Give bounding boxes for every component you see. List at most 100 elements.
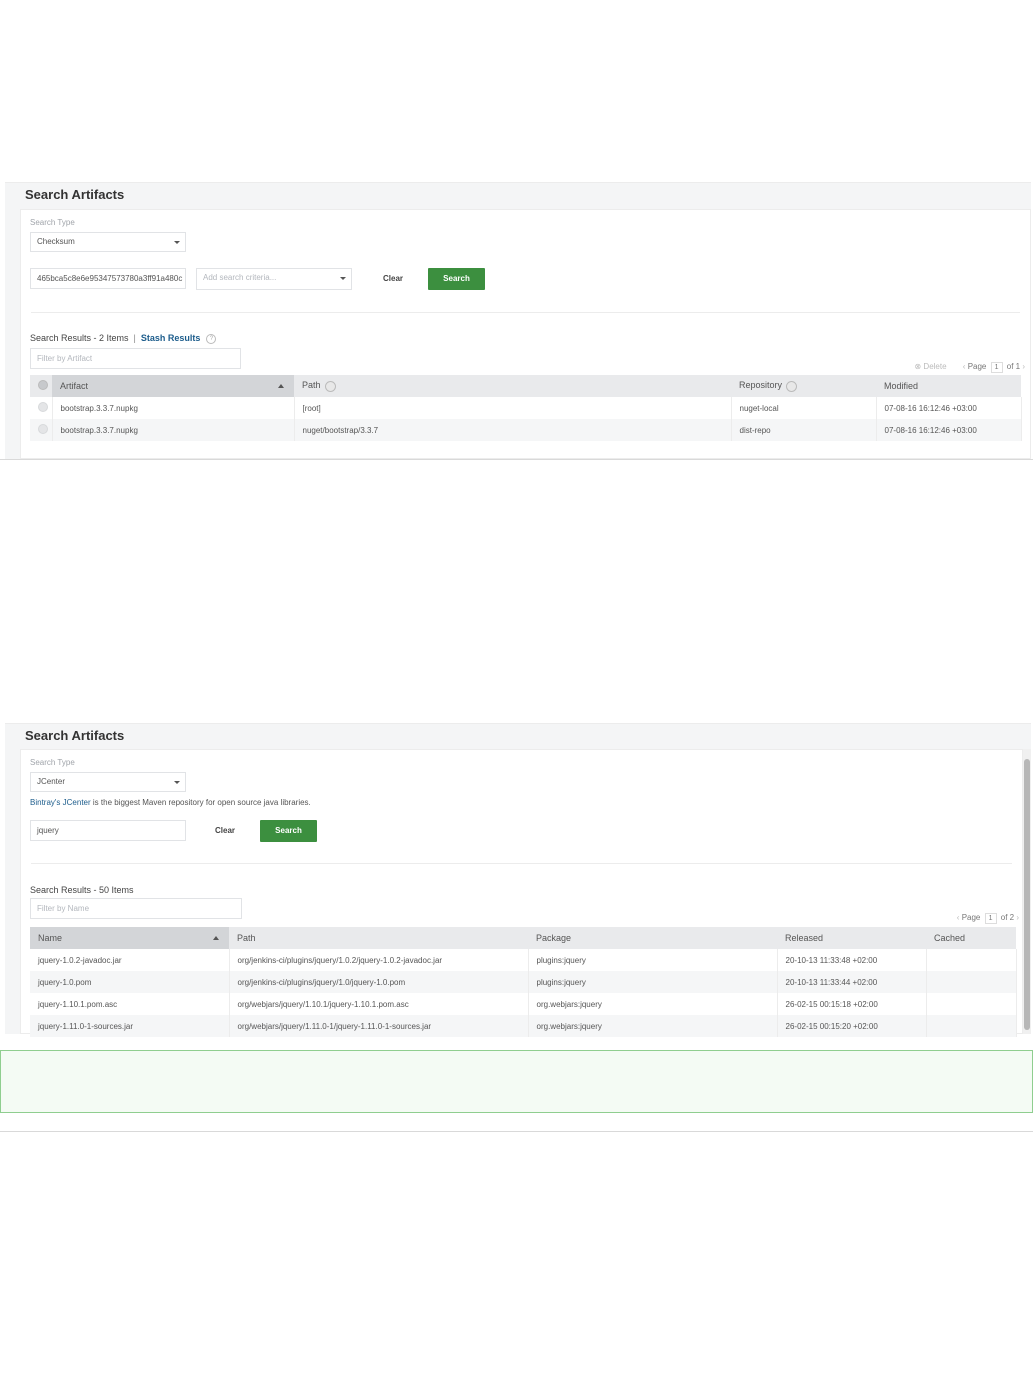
filter-icon[interactable] <box>324 380 336 392</box>
page-number-input[interactable]: 1 <box>990 362 1003 373</box>
results-title: Search Results - 50 Items <box>30 885 134 895</box>
results-count: Search Results - 2 Items <box>30 333 129 343</box>
checksum-input[interactable]: 465bca5c8e6e95347573780a3ff91a480c <box>30 268 186 289</box>
search-type-value: Checksum <box>37 237 75 246</box>
search-button[interactable]: Search <box>260 820 317 842</box>
table-row[interactable]: bootstrap.3.3.7.nupkg nuget/bootstrap/3.… <box>30 419 1022 441</box>
criteria-placeholder: Add search criteria... <box>203 273 277 282</box>
cell-cached <box>926 949 1017 971</box>
jcenter-query-input[interactable]: jquery <box>30 820 186 841</box>
cell-released: 20-10-13 11:33:48 +02:00 <box>777 949 927 971</box>
cell-package: plugins:jquery <box>528 949 778 971</box>
search-type-select[interactable]: JCenter <box>30 772 186 792</box>
table-row[interactable]: jquery-1.10.1.pom.asc org/webjars/jquery… <box>30 993 1017 1015</box>
cell-artifact[interactable]: bootstrap.3.3.7.nupkg <box>52 419 295 441</box>
delete-button[interactable]: ⊗ Delete <box>914 362 946 371</box>
help-icon[interactable]: ? <box>206 333 217 344</box>
criteria-select[interactable]: Add search criteria... <box>196 268 352 290</box>
cell-modified: 07-08-16 16:12:46 +03:00 <box>876 419 1022 441</box>
sort-asc-icon <box>213 936 219 940</box>
results-table: Name Path Package Released Cached jquery… <box>30 927 1017 1037</box>
cell-released: 20-10-13 11:33:44 +02:00 <box>777 971 927 993</box>
page-number-input[interactable]: 1 <box>984 913 997 924</box>
search-card: Search Type Checksum 465bca5c8e6e9534757… <box>20 209 1031 459</box>
bintray-jcenter-link[interactable]: Bintray's JCenter <box>30 798 91 807</box>
section-divider <box>0 459 1033 460</box>
cell-modified: 07-08-16 16:12:46 +03:00 <box>876 397 1022 419</box>
search-artifacts-panel-checksum: Search Artifacts Search Type Checksum 46… <box>5 182 1031 459</box>
cell-name[interactable]: jquery-1.0.pom <box>30 971 230 993</box>
column-path[interactable]: Path <box>294 375 731 397</box>
clear-button[interactable]: Clear <box>383 274 403 283</box>
row-checkbox[interactable] <box>30 419 53 441</box>
sort-asc-icon <box>278 384 284 388</box>
cell-repository: nuget-local <box>731 397 877 419</box>
table-row[interactable]: jquery-1.11.0-1-sources.jar org/webjars/… <box>30 1015 1017 1037</box>
results-title: Search Results - 2 Items | Stash Results? <box>30 333 217 344</box>
column-package[interactable]: Package <box>528 927 777 949</box>
page-label: Page <box>967 362 987 371</box>
prev-page-icon[interactable]: ‹ <box>963 362 966 371</box>
next-page-icon[interactable]: › <box>1022 362 1025 371</box>
filter-artifact-input[interactable]: Filter by Artifact <box>30 348 241 369</box>
jcenter-description: Bintray's JCenter is the biggest Maven r… <box>30 798 311 807</box>
search-button[interactable]: Search <box>428 268 485 290</box>
cell-artifact[interactable]: bootstrap.3.3.7.nupkg <box>52 397 295 419</box>
cell-repository: dist-repo <box>731 419 877 441</box>
chevron-down-icon <box>174 241 180 244</box>
column-released[interactable]: Released <box>777 927 926 949</box>
note-box <box>0 1050 1033 1113</box>
column-repository[interactable]: Repository <box>731 375 876 397</box>
cell-package: org.webjars:jquery <box>528 1015 778 1037</box>
clear-button[interactable]: Clear <box>215 826 235 835</box>
column-path[interactable]: Path <box>229 927 528 949</box>
section-divider <box>0 1131 1033 1132</box>
page-label: Page <box>961 913 981 922</box>
column-name[interactable]: Name <box>30 927 229 949</box>
chevron-down-icon <box>340 277 346 280</box>
search-type-label: Search Type <box>30 758 75 767</box>
search-type-select[interactable]: Checksum <box>30 232 186 252</box>
next-page-icon[interactable]: › <box>1016 913 1019 922</box>
cell-name[interactable]: jquery-1.0.2-javadoc.jar <box>30 949 230 971</box>
cell-released: 26-02-15 00:15:18 +02:00 <box>777 993 927 1015</box>
stash-results-link[interactable]: Stash Results <box>141 333 201 343</box>
cell-path: org/jenkins-ci/plugins/jquery/1.0/jquery… <box>229 971 529 993</box>
scrollbar-thumb[interactable] <box>1024 759 1030 1030</box>
page-title: Search Artifacts <box>25 728 125 743</box>
page-title: Search Artifacts <box>25 187 125 202</box>
page-total: of 2 <box>1000 913 1015 922</box>
table-row[interactable]: bootstrap.3.3.7.nupkg [root] nuget-local… <box>30 397 1022 419</box>
pager: ‹ Page 1 of 2 › <box>957 913 1019 924</box>
table-row[interactable]: jquery-1.0.2-javadoc.jar org/jenkins-ci/… <box>30 949 1017 971</box>
cell-cached <box>926 1015 1017 1037</box>
page-total: of 1 <box>1006 362 1021 371</box>
cell-package: org.webjars:jquery <box>528 993 778 1015</box>
filter-name-input[interactable]: Filter by Name <box>30 898 242 919</box>
vertical-scrollbar[interactable] <box>1023 749 1031 1034</box>
search-artifacts-panel-jcenter: Search Artifacts Search Type JCenter Bin… <box>5 723 1031 1037</box>
divider <box>31 312 1020 313</box>
row-checkbox[interactable] <box>30 397 53 419</box>
cell-name[interactable]: jquery-1.10.1.pom.asc <box>30 993 230 1015</box>
divider <box>31 863 1012 864</box>
column-artifact[interactable]: Artifact <box>52 375 294 397</box>
table-header: Artifact Path Repository Modified <box>30 375 1021 397</box>
cell-path: org/webjars/jquery/1.11.0-1/jquery-1.11.… <box>229 1015 529 1037</box>
results-table: Artifact Path Repository Modified bootst… <box>30 375 1022 441</box>
cell-package: plugins:jquery <box>528 971 778 993</box>
search-type-value: JCenter <box>37 777 66 786</box>
cell-path: nuget/bootstrap/3.3.7 <box>294 419 732 441</box>
cell-path: org/webjars/jquery/1.10.1/jquery-1.10.1.… <box>229 993 529 1015</box>
filter-icon[interactable] <box>786 380 798 392</box>
prev-page-icon[interactable]: ‹ <box>957 913 960 922</box>
cell-name[interactable]: jquery-1.11.0-1-sources.jar <box>30 1015 230 1037</box>
pager: ⊗ Delete ‹ Page 1 of 1 › <box>914 362 1025 373</box>
cell-cached <box>926 993 1017 1015</box>
table-row[interactable]: jquery-1.0.pom org/jenkins-ci/plugins/jq… <box>30 971 1017 993</box>
table-header: Name Path Package Released Cached <box>30 927 1016 949</box>
select-all-checkbox[interactable] <box>30 375 52 397</box>
column-modified[interactable]: Modified <box>876 375 1021 397</box>
column-cached[interactable]: Cached <box>926 927 1016 949</box>
search-card: Search Type JCenter Bintray's JCenter is… <box>20 749 1023 1037</box>
